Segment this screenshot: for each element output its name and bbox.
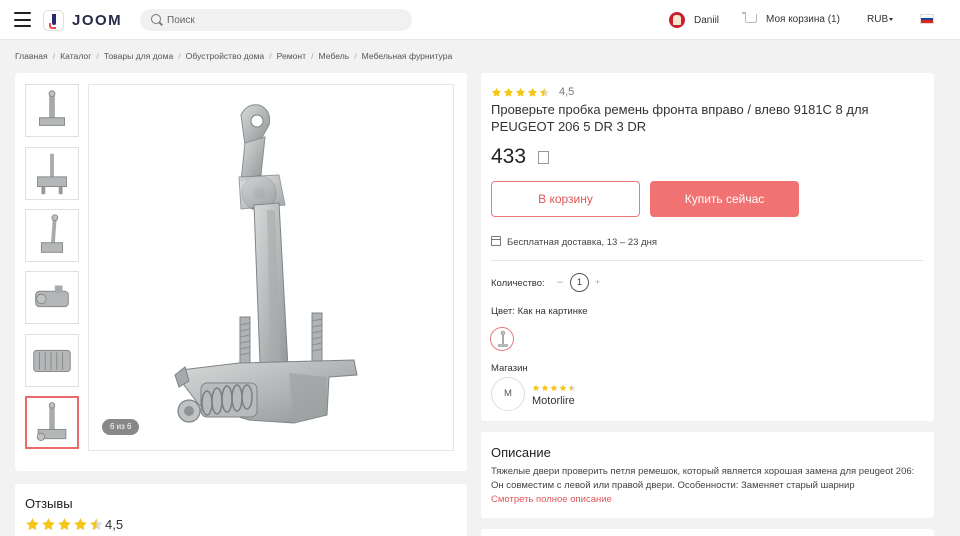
- gallery-thumbnail[interactable]: [25, 334, 79, 387]
- breadcrumb-link[interactable]: Мебельная фурнитура: [362, 51, 453, 61]
- menu-icon[interactable]: [14, 12, 31, 27]
- star-icon: [527, 87, 538, 97]
- ruble-icon: [538, 151, 549, 164]
- product-rating-stars: [491, 87, 551, 98]
- image-counter-badge: 6 из 6: [102, 419, 140, 435]
- store-rating-stars: [532, 384, 577, 392]
- breadcrumb-separator: /: [52, 51, 56, 61]
- gallery-thumbnail[interactable]: [25, 147, 79, 200]
- reviews-card: Отзывы 4,5: [15, 484, 467, 536]
- product-gallery: 6 из 6: [15, 73, 467, 471]
- thumbnail-image: [39, 90, 65, 126]
- flag-icon[interactable]: [920, 14, 934, 24]
- store-name-link[interactable]: Motorlire: [532, 395, 575, 407]
- swatch-product-icon: [498, 330, 508, 347]
- full-description-link[interactable]: Смотреть полное описание: [491, 494, 612, 505]
- star-icon: [503, 87, 514, 97]
- thumbnail-image: [35, 285, 69, 308]
- thumbnail-image: [33, 349, 71, 373]
- star-icon: [90, 518, 103, 531]
- cart-icon[interactable]: [742, 12, 757, 23]
- store-heading: Магазин: [491, 363, 528, 374]
- top-header: JOOM Daniil Моя корзина (1) RUB: [0, 0, 960, 40]
- star-icon: [559, 384, 567, 392]
- star-icon: [26, 518, 39, 531]
- description-card: Описание Тяжелые двери проверить петля р…: [481, 432, 934, 518]
- search-icon: [151, 14, 161, 24]
- logo-text[interactable]: JOOM: [72, 12, 122, 29]
- color-value: Как на картинке: [517, 306, 588, 317]
- gallery-thumbnail[interactable]: [25, 84, 79, 137]
- calendar-icon: [491, 236, 501, 246]
- breadcrumb-separator: /: [311, 51, 314, 61]
- star-icon: [74, 518, 87, 531]
- product-price: 433: [491, 145, 527, 168]
- gallery-thumbnail[interactable]: [25, 271, 79, 324]
- door-check-strap-image: [174, 104, 358, 424]
- breadcrumb-separator: /: [178, 51, 181, 61]
- breadcrumb-link[interactable]: Товары для дома: [104, 51, 174, 61]
- breadcrumb-link[interactable]: Обустройство дома: [186, 51, 265, 61]
- star-icon: [568, 384, 576, 392]
- product-title: Проверьте пробка ремень фронта вправо / …: [491, 102, 869, 134]
- star-icon: [539, 87, 550, 97]
- breadcrumb-separator: /: [269, 51, 272, 61]
- thumbnail-image: [36, 402, 67, 441]
- breadcrumb-link[interactable]: Главная: [15, 51, 48, 61]
- user-avatar[interactable]: [669, 12, 685, 28]
- reviews-rating-stars: [25, 517, 105, 532]
- search-bar[interactable]: [140, 9, 412, 31]
- cart-link[interactable]: Моя корзина (1): [766, 14, 840, 25]
- user-name[interactable]: Daniil: [694, 15, 719, 26]
- color-swatch[interactable]: [490, 327, 514, 351]
- product-info-card: 4,5 Проверьте пробка ремень фронта вправ…: [481, 73, 934, 421]
- quantity-increase-button[interactable]: +: [595, 277, 600, 287]
- flag-stripe: [921, 20, 933, 23]
- product-rating-value: 4,5: [559, 86, 575, 98]
- description-heading: Описание: [491, 445, 551, 460]
- star-icon: [58, 518, 71, 531]
- gallery-thumbnail[interactable]: [25, 396, 79, 449]
- breadcrumb-separator: /: [96, 51, 99, 61]
- color-label: Цвет: Как на картинке: [491, 306, 588, 317]
- reviews-rating-value: 4,5: [105, 517, 124, 532]
- breadcrumb: Главная / Каталог / Товары для дома / Обустрой…: [15, 51, 452, 61]
- star-icon: [42, 518, 55, 531]
- quantity-label: Количество:: [491, 278, 545, 289]
- thumbnail-image: [40, 214, 64, 253]
- color-key: Цвет:: [491, 306, 515, 317]
- add-to-cart-button[interactable]: В корзину: [491, 181, 640, 217]
- quantity-value[interactable]: 1: [570, 273, 589, 292]
- breadcrumb-separator: /: [354, 51, 357, 61]
- currency-selector[interactable]: RUB: [867, 14, 888, 25]
- breadcrumb-link[interactable]: Каталог: [60, 51, 91, 61]
- star-icon: [515, 87, 526, 97]
- star-icon: [532, 384, 540, 392]
- quantity-decrease-button[interactable]: –: [557, 276, 563, 288]
- chevron-down-icon[interactable]: [889, 18, 893, 21]
- thumbnail-image: [37, 153, 67, 195]
- breadcrumb-link[interactable]: Ремонт: [277, 51, 307, 61]
- reviews-heading: Отзывы: [25, 496, 73, 511]
- star-icon: [491, 87, 502, 97]
- breadcrumb-link[interactable]: Мебель: [319, 51, 350, 61]
- main-product-image[interactable]: 6 из 6: [88, 84, 454, 451]
- description-text: Тяжелые двери проверить петля ремешок, к…: [491, 466, 915, 491]
- gallery-thumbnail[interactable]: [25, 209, 79, 262]
- next-card: [481, 529, 934, 536]
- star-icon: [550, 384, 558, 392]
- delivery-info: Бесплатная доставка, 13 – 23 дня: [507, 237, 658, 248]
- search-input[interactable]: [167, 9, 407, 31]
- star-icon: [541, 384, 549, 392]
- joom-logo-icon[interactable]: [43, 10, 64, 31]
- divider: [491, 260, 923, 261]
- buy-now-button[interactable]: Купить сейчас: [650, 181, 799, 217]
- store-avatar[interactable]: M: [491, 377, 525, 411]
